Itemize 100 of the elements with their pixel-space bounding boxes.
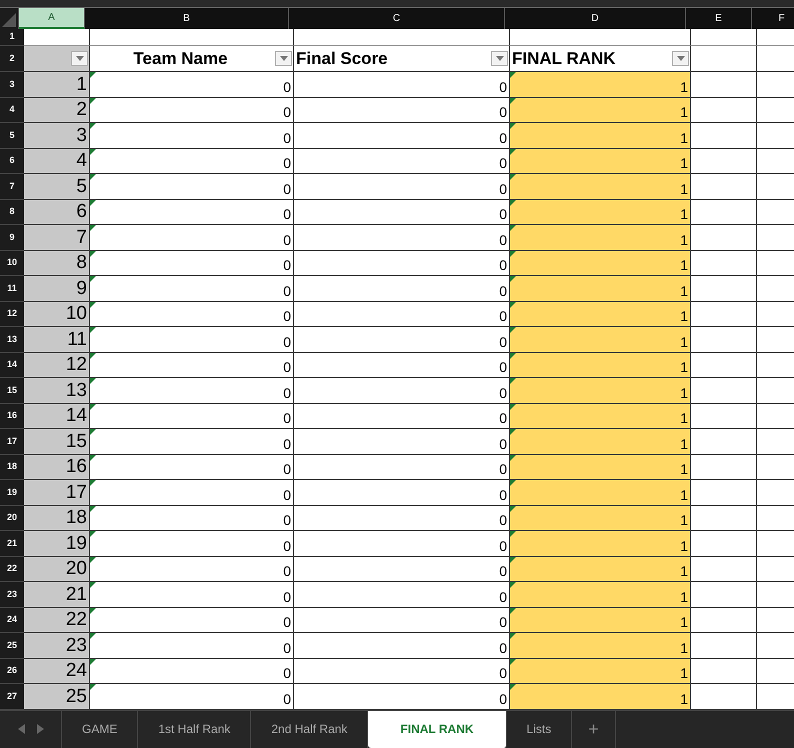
cell-value: 1 [680, 358, 688, 377]
cell-value: 0 [283, 128, 291, 148]
scroll-left-icon[interactable] [18, 724, 24, 734]
cell-value: 0 [283, 332, 291, 352]
cell-value: 1 [680, 434, 688, 454]
cell-value: 0 [283, 256, 291, 275]
cell-value: 3 [76, 124, 87, 148]
cell-value: 0 [499, 511, 507, 530]
cell-value: 0 [283, 536, 291, 556]
cell-value: 1 [680, 103, 688, 122]
cell-value: 0 [283, 664, 291, 683]
add-sheet-button[interactable]: + [572, 710, 616, 748]
filter-dropdown-button[interactable] [672, 51, 689, 66]
cell-value: 0 [283, 78, 291, 96]
cell-value: 2 [76, 98, 87, 122]
cell-value: 1 [680, 205, 688, 224]
cell-value: 7 [76, 226, 87, 250]
cell-value: 0 [499, 638, 507, 658]
cell-value: 1 [680, 511, 688, 530]
cell-value: 1 [680, 307, 688, 326]
cell-value: 0 [283, 690, 291, 708]
cell-value: 0 [499, 103, 507, 122]
cell-value: 21 [66, 582, 87, 606]
column-header[interactable]: A [19, 8, 85, 29]
cell-value: 0 [283, 307, 291, 326]
column-title: FINAL RANK [511, 48, 617, 70]
cell-value: 0 [499, 332, 507, 352]
cell-value: 14 [66, 404, 87, 428]
cell-value: 0 [499, 128, 507, 148]
cell-value: 0 [499, 536, 507, 556]
cell-value: 1 [680, 409, 688, 428]
cell-value: 0 [499, 434, 507, 454]
cell-value: 24 [66, 659, 87, 683]
cell-value: 1 [680, 282, 688, 300]
sheet-tab[interactable]: 1st Half Rank [138, 710, 252, 748]
cell-value: 0 [499, 154, 507, 173]
cell-value: 0 [283, 103, 291, 122]
cell-value: 6 [76, 200, 87, 224]
dropdown-caret-icon [676, 56, 684, 61]
cell-value: 0 [499, 230, 507, 250]
cell-value: 1 [680, 180, 688, 198]
cell-value: 0 [499, 409, 507, 428]
cell-value: 4 [76, 149, 87, 173]
cell-value: 1 [680, 613, 688, 632]
cell-value: 0 [283, 638, 291, 658]
cell-value: 12 [66, 353, 87, 377]
sheet-tab[interactable]: FINAL RANK [368, 710, 507, 748]
cell-value: 9 [76, 276, 87, 300]
sheet-tab[interactable]: Lists [506, 710, 572, 748]
filter-dropdown-button[interactable] [275, 51, 292, 66]
cell-value: 1 [680, 588, 688, 606]
cell-value: 0 [499, 690, 507, 708]
cell-value: 15 [66, 430, 87, 454]
cell-value: 13 [66, 378, 87, 402]
cell-value: 1 [680, 332, 688, 352]
corner-triangle-icon [2, 13, 16, 27]
column-title: Final Score [295, 48, 389, 70]
cell-value: 1 [680, 690, 688, 708]
cell-value: 0 [283, 358, 291, 377]
cell-value: 0 [283, 282, 291, 300]
cell-value: 0 [283, 384, 291, 402]
cell-value: 0 [499, 78, 507, 96]
cell-value: 0 [283, 180, 291, 198]
cell-value: 11 [67, 328, 87, 352]
cell-value: 1 [680, 78, 688, 96]
sheet-tab[interactable]: GAME [62, 710, 138, 748]
cell-value: 8 [76, 251, 87, 275]
cell-value: 1 [680, 486, 688, 504]
dropdown-caret-icon [496, 56, 504, 61]
cell-value: 16 [66, 455, 87, 479]
cell-value: 0 [499, 205, 507, 224]
cell-value: 1 [680, 536, 688, 556]
cell-value: 0 [499, 562, 507, 581]
cell-value: 1 [680, 256, 688, 275]
filter-dropdown-button[interactable] [71, 51, 88, 66]
cell-value: 0 [283, 434, 291, 454]
cell-value: 0 [499, 486, 507, 504]
cell-value: 0 [283, 154, 291, 173]
cell-value: 25 [66, 684, 87, 708]
cell-value: 0 [283, 230, 291, 250]
cell-value: 1 [76, 72, 87, 96]
cell-value: 0 [283, 562, 291, 581]
cell-value: 1 [680, 384, 688, 402]
cell-value: 10 [66, 302, 87, 326]
cell-value: 18 [66, 506, 87, 530]
cell-value: 0 [283, 460, 291, 479]
scroll-right-icon[interactable] [36, 724, 44, 734]
cell-value: 0 [499, 358, 507, 377]
cell-value: 22 [66, 608, 87, 632]
cell-value: 1 [680, 230, 688, 250]
cell-value: 0 [283, 588, 291, 606]
filter-dropdown-button[interactable] [491, 51, 508, 66]
cell-value: 1 [680, 664, 688, 683]
cell-value: 0 [283, 511, 291, 530]
cell-value: 0 [499, 588, 507, 606]
dropdown-caret-icon [280, 56, 288, 61]
select-all-corner[interactable] [0, 8, 19, 29]
column-title: Team Name [132, 48, 229, 70]
cell-value: 1 [680, 460, 688, 479]
cell-value: 17 [66, 480, 87, 504]
